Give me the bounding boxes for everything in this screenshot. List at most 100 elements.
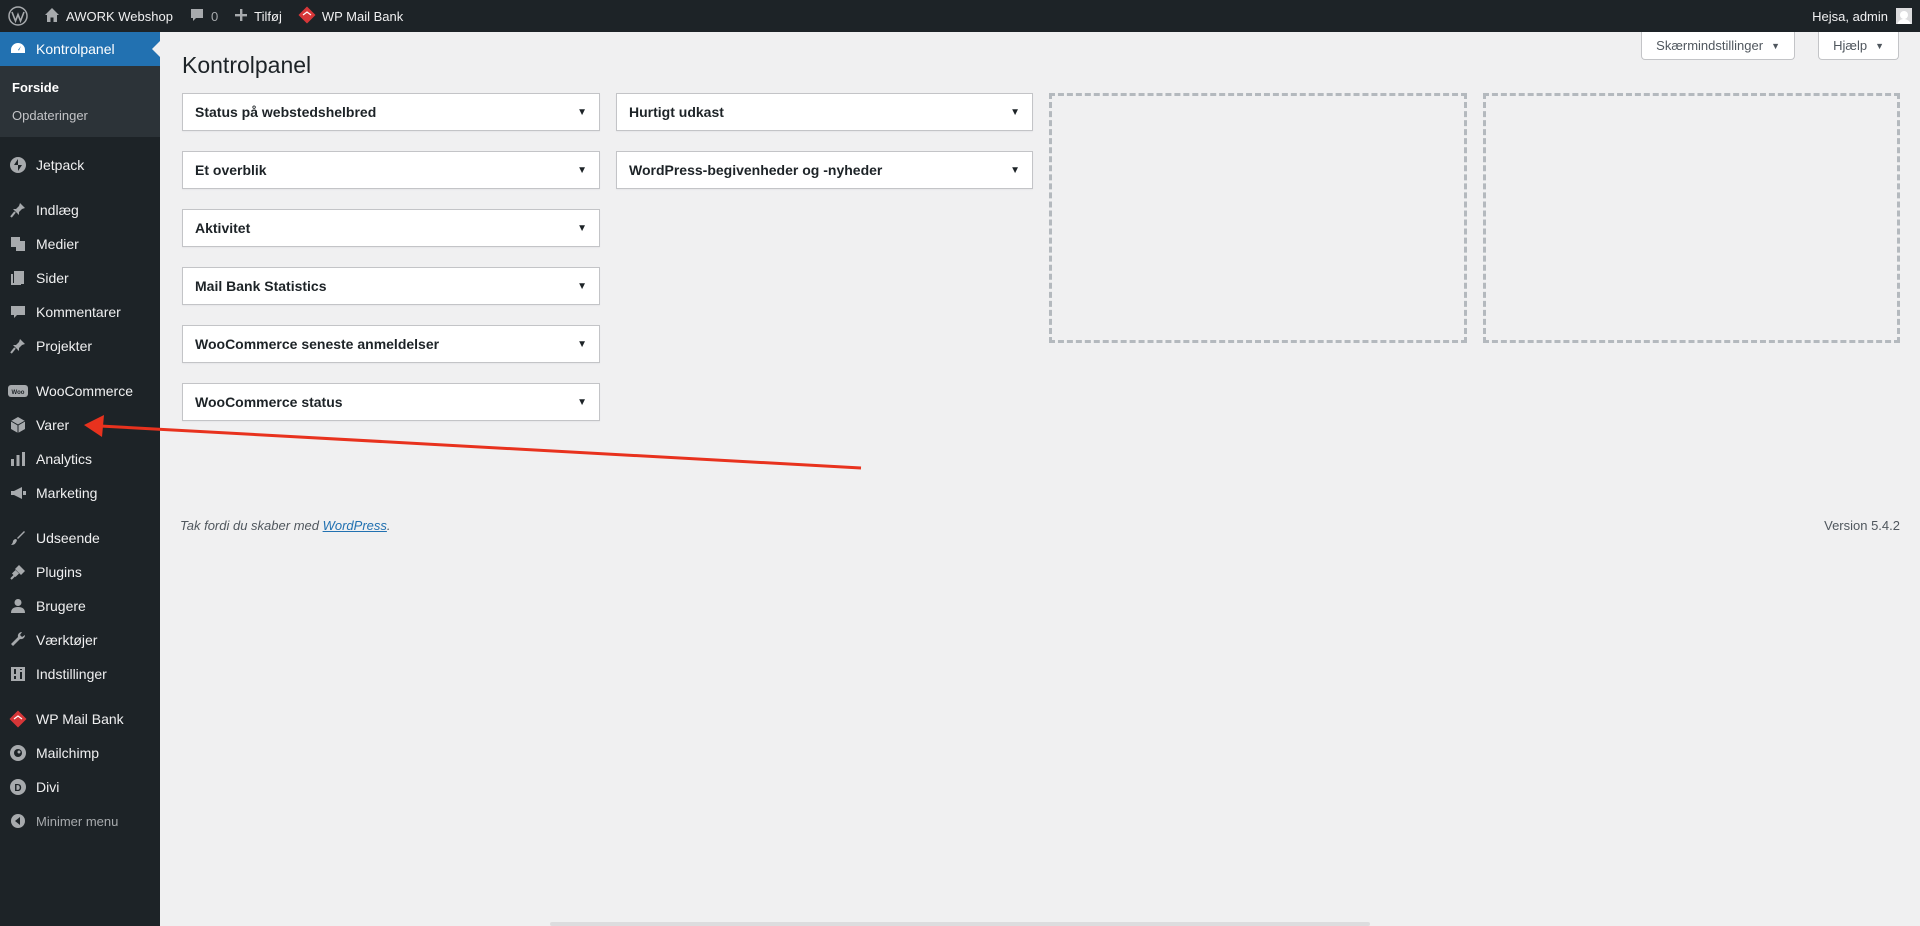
jetpack-icon: [8, 155, 28, 175]
widget-title: WooCommerce seneste anmeldelser: [195, 336, 440, 352]
comments-count: 0: [210, 8, 219, 24]
toggle-arrow-icon[interactable]: ▼: [1010, 165, 1020, 176]
footer-thanks-text: Tak fordi du skaber med: [180, 518, 323, 533]
widget-mail-bank-statistics[interactable]: Mail Bank Statistics ▼: [182, 267, 600, 305]
collapse-arrow-icon: [8, 811, 28, 831]
sidebar-item-divi[interactable]: D Divi: [0, 770, 160, 804]
sidebar-item-dashboard[interactable]: Kontrolpanel: [0, 32, 160, 66]
main-content: Kontrolpanel Skærmindstillinger ▼ Hjælp …: [160, 32, 1920, 926]
sidebar-item-users[interactable]: Brugere: [0, 589, 160, 623]
sidebar-item-pages[interactable]: Sider: [0, 261, 160, 295]
screen-options-button[interactable]: Skærmindstillinger ▼: [1641, 32, 1795, 60]
widget-title: Aktivitet: [195, 220, 251, 236]
sidebar-item-label: Varer: [36, 417, 70, 433]
toggle-arrow-icon[interactable]: ▼: [577, 165, 587, 176]
sidebar-item-label: Indstillinger: [36, 666, 107, 682]
widget-woocommerce-reviews[interactable]: WooCommerce seneste anmeldelser ▼: [182, 325, 600, 363]
divi-icon: D: [8, 777, 28, 797]
toggle-arrow-icon[interactable]: ▼: [577, 397, 587, 408]
toggle-arrow-icon[interactable]: ▼: [577, 223, 587, 234]
widget-title: Hurtigt udkast: [629, 104, 724, 120]
svg-text:Woo: Woo: [12, 390, 25, 396]
avatar: [1896, 8, 1912, 24]
toggle-arrow-icon[interactable]: ▼: [577, 107, 587, 118]
sidebar-item-projects[interactable]: Projekter: [0, 329, 160, 363]
comments-link[interactable]: 0: [181, 0, 226, 32]
sidebar-item-label: Værktøjer: [36, 632, 98, 648]
sidebar-item-posts[interactable]: Indlæg: [0, 193, 160, 227]
sidebar-item-settings[interactable]: Indstillinger: [0, 657, 160, 691]
sidebar-item-label: WooCommerce: [36, 383, 133, 399]
wrench-icon: [8, 630, 28, 650]
widget-events-news[interactable]: WordPress-begivenheder og -nyheder ▼: [616, 151, 1033, 189]
sidebar-item-label: WP Mail Bank: [36, 711, 124, 727]
sidebar-item-analytics[interactable]: Analytics: [0, 442, 160, 476]
caret-down-icon: ▼: [1875, 40, 1884, 51]
widget-quick-draft[interactable]: Hurtigt udkast ▼: [616, 93, 1033, 131]
sidebar-item-tools[interactable]: Værktøjer: [0, 623, 160, 657]
caret-down-icon: ▼: [1771, 40, 1780, 51]
sidebar-item-media[interactable]: Medier: [0, 227, 160, 261]
sidebar-subitem-updates[interactable]: Opdateringer: [0, 101, 160, 129]
sidebar-item-label: Plugins: [36, 564, 82, 580]
mail-bank-icon: [8, 709, 28, 729]
account-menu[interactable]: Hejsa, admin: [1804, 0, 1920, 32]
admin-bar: AWORK Webshop 0 Tilføj WP Mail Bank Hejs…: [0, 0, 1920, 32]
pages-icon: [8, 268, 28, 288]
sidebar-item-label: Jetpack: [36, 157, 85, 173]
sidebar-item-label: Sider: [36, 270, 69, 286]
toggle-arrow-icon[interactable]: ▼: [577, 281, 587, 292]
paintbrush-icon: [8, 528, 28, 548]
greeting: Hejsa, admin: [1812, 8, 1888, 24]
wordpress-link[interactable]: WordPress: [323, 518, 387, 533]
site-name: AWORK Webshop: [66, 8, 173, 24]
megaphone-icon: [8, 483, 28, 503]
widget-site-health[interactable]: Status på webstedshelbred ▼: [182, 93, 600, 131]
page-title: Kontrolpanel: [182, 52, 312, 78]
sidebar-subitem-home[interactable]: Forside: [0, 73, 160, 101]
add-new-link[interactable]: Tilføj: [226, 0, 290, 32]
sidebar-item-label: Medier: [36, 236, 79, 252]
empty-widget-dropzone: [1483, 93, 1900, 343]
dashboard-icon: [8, 39, 28, 59]
mail-bank-label: WP Mail Bank: [321, 8, 404, 24]
sidebar-item-marketing[interactable]: Marketing: [0, 476, 160, 510]
site-name-link[interactable]: AWORK Webshop: [36, 0, 181, 32]
sidebar-item-label: Analytics: [36, 451, 93, 467]
footer-period: .: [386, 518, 391, 533]
help-label: Hjælp: [1833, 38, 1868, 53]
widget-activity[interactable]: Aktivitet ▼: [182, 209, 600, 247]
toggle-arrow-icon[interactable]: ▼: [1010, 107, 1020, 118]
widget-woocommerce-status[interactable]: WooCommerce status ▼: [182, 383, 600, 421]
widget-title: WordPress-begivenheder og -nyheder: [629, 162, 883, 178]
sidebar-item-mailchimp[interactable]: Mailchimp: [0, 736, 160, 770]
comment-icon: [8, 302, 28, 322]
pin-icon: [8, 336, 28, 356]
sidebar-item-wp-mail-bank[interactable]: WP Mail Bank: [0, 702, 160, 736]
help-button[interactable]: Hjælp ▼: [1818, 32, 1899, 60]
sidebar-item-jetpack[interactable]: Jetpack: [0, 148, 160, 182]
toggle-arrow-icon[interactable]: ▼: [577, 339, 587, 350]
screen-options-label: Skærmindstillinger: [1656, 38, 1764, 53]
sidebar-item-appearance[interactable]: Udseende: [0, 521, 160, 555]
sidebar-item-label: Udseende: [36, 530, 100, 546]
wp-mail-bank-link[interactable]: WP Mail Bank: [290, 0, 411, 32]
plus-icon: [234, 8, 248, 25]
wordpress-logo-icon[interactable]: [0, 0, 36, 32]
sidebar-item-plugins[interactable]: Plugins: [0, 555, 160, 589]
sidebar-item-label: Divi: [36, 779, 60, 795]
svg-text:D: D: [14, 783, 21, 794]
sidebar-item-label: Kommentarer: [36, 304, 121, 320]
sidebar-item-woocommerce[interactable]: Woo WooCommerce: [0, 374, 160, 408]
sidebar-item-comments[interactable]: Kommentarer: [0, 295, 160, 329]
sidebar-item-products[interactable]: Varer: [0, 408, 160, 442]
home-icon: [44, 7, 60, 26]
collapse-menu-button[interactable]: Minimer menu: [0, 804, 160, 838]
sidebar-item-label: Indlæg: [36, 202, 79, 218]
widget-at-a-glance[interactable]: Et overblik ▼: [182, 151, 600, 189]
footer-version: Version 5.4.2: [1824, 518, 1900, 533]
admin-sidebar: Kontrolpanel Forside Opdateringer Jetpac…: [0, 32, 160, 926]
widget-title: Status på webstedshelbred: [195, 104, 377, 120]
sidebar-item-label: Marketing: [36, 485, 98, 501]
bar-chart-icon: [8, 449, 28, 469]
